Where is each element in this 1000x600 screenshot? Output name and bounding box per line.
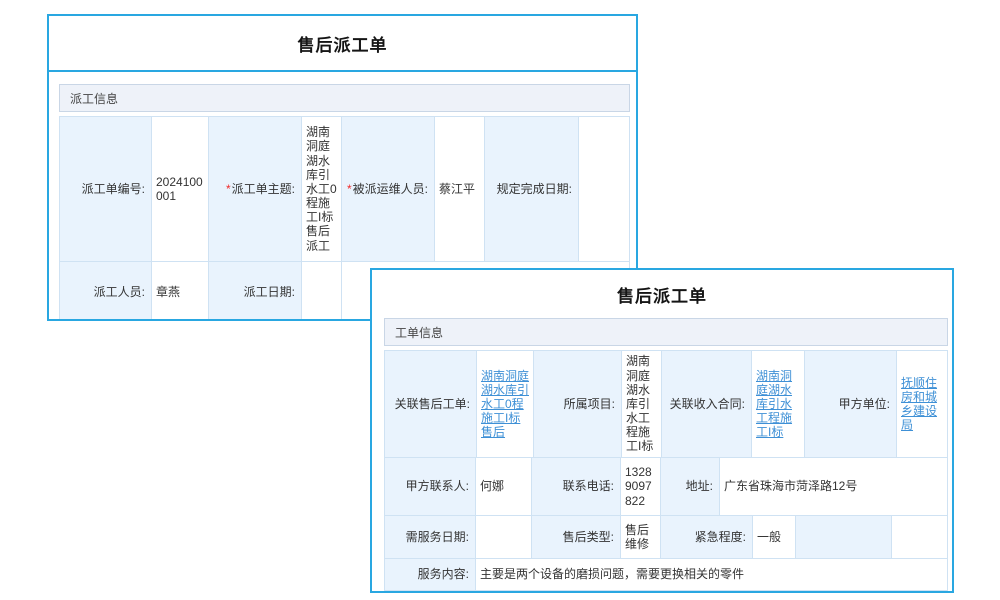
field-label: *被派运维人员:	[342, 117, 435, 261]
field-value	[302, 262, 342, 321]
field-value	[892, 516, 947, 558]
field-value	[579, 117, 629, 261]
required-asterisk: *	[226, 182, 231, 196]
field-label: *派工单主题:	[209, 117, 302, 261]
field-label: 规定完成日期:	[485, 117, 579, 261]
field-value: 何娜	[476, 458, 532, 515]
table-row: 甲方联系人:何娜联系电话:13289097822地址:广东省珠海市菏泽路12号	[385, 457, 947, 515]
field-value: 湖南洞庭湖水库引水工0程施工I标售后派工	[302, 117, 342, 261]
field-label: 派工单编号:	[60, 117, 152, 261]
section-header: 工单信息	[384, 318, 948, 346]
field-value: 章燕	[152, 262, 209, 321]
section-header: 派工信息	[59, 84, 630, 112]
field-label: 售后类型:	[532, 516, 621, 558]
field-label: 紧急程度:	[661, 516, 753, 558]
field-label: 关联收入合同:	[662, 351, 752, 457]
field-label: 派工人员:	[60, 262, 152, 321]
field-link-cell: 湖南洞庭湖水库引水工程施工I标	[752, 351, 805, 457]
field-label: 联系电话:	[532, 458, 621, 515]
field-value: 售后维修	[621, 516, 661, 558]
work-order-info-table: 关联售后工单:湖南洞庭湖水库引水工0程施工I标售后所属项目:湖南洞庭湖水库引水工…	[384, 350, 948, 591]
field-value	[476, 516, 532, 558]
table-row: 派工单编号:2024100001*派工单主题:湖南洞庭湖水库引水工0程施工I标售…	[60, 117, 629, 261]
field-label: 地址:	[661, 458, 720, 515]
record-link[interactable]: 湖南洞庭湖水库引水工0程施工I标售后	[481, 369, 529, 440]
field-label: 甲方联系人:	[385, 458, 476, 515]
work-order-info-section: 工单信息 关联售后工单:湖南洞庭湖水库引水工0程施工I标售后所属项目:湖南洞庭湖…	[384, 318, 948, 591]
table-row: 需服务日期: 售后类型:售后维修紧急程度:一般	[385, 515, 947, 558]
field-label: 需服务日期:	[385, 516, 476, 558]
field-link-cell: 湖南洞庭湖水库引水工0程施工I标售后	[477, 351, 534, 457]
field-label: 关联售后工单:	[385, 351, 477, 457]
field-label	[796, 516, 892, 558]
field-label: 所属项目:	[534, 351, 622, 457]
field-value: 广东省珠海市菏泽路12号	[720, 458, 947, 515]
field-value: 蔡江平	[435, 117, 485, 261]
record-link[interactable]: 抚顺住房和城乡建设局	[901, 376, 943, 433]
field-link-cell: 抚顺住房和城乡建设局	[897, 351, 947, 457]
required-asterisk: *	[347, 182, 352, 196]
field-value: 主要是两个设备的磨损问题，需要更换相关的零件	[476, 559, 947, 590]
table-row: 服务内容:主要是两个设备的磨损问题，需要更换相关的零件	[385, 558, 947, 590]
table-row: 关联售后工单:湖南洞庭湖水库引水工0程施工I标售后所属项目:湖南洞庭湖水库引水工…	[385, 351, 947, 457]
field-label: 甲方单位:	[805, 351, 897, 457]
dispatch-order-card-front: 售后派工单 工单信息 关联售后工单:湖南洞庭湖水库引水工0程施工I标售后所属项目…	[370, 268, 954, 593]
field-value: 2024100001	[152, 117, 209, 261]
field-label: 派工日期:	[209, 262, 302, 321]
record-link[interactable]: 湖南洞庭湖水库引水工程施工I标	[756, 369, 800, 440]
field-value: 13289097822	[621, 458, 661, 515]
page-title: 售后派工单	[372, 270, 952, 318]
page-title: 售后派工单	[49, 16, 636, 72]
field-value: 湖南洞庭湖水库引水工程施工I标	[622, 351, 662, 457]
field-label: 服务内容:	[385, 559, 476, 590]
field-value: 一般	[753, 516, 796, 558]
